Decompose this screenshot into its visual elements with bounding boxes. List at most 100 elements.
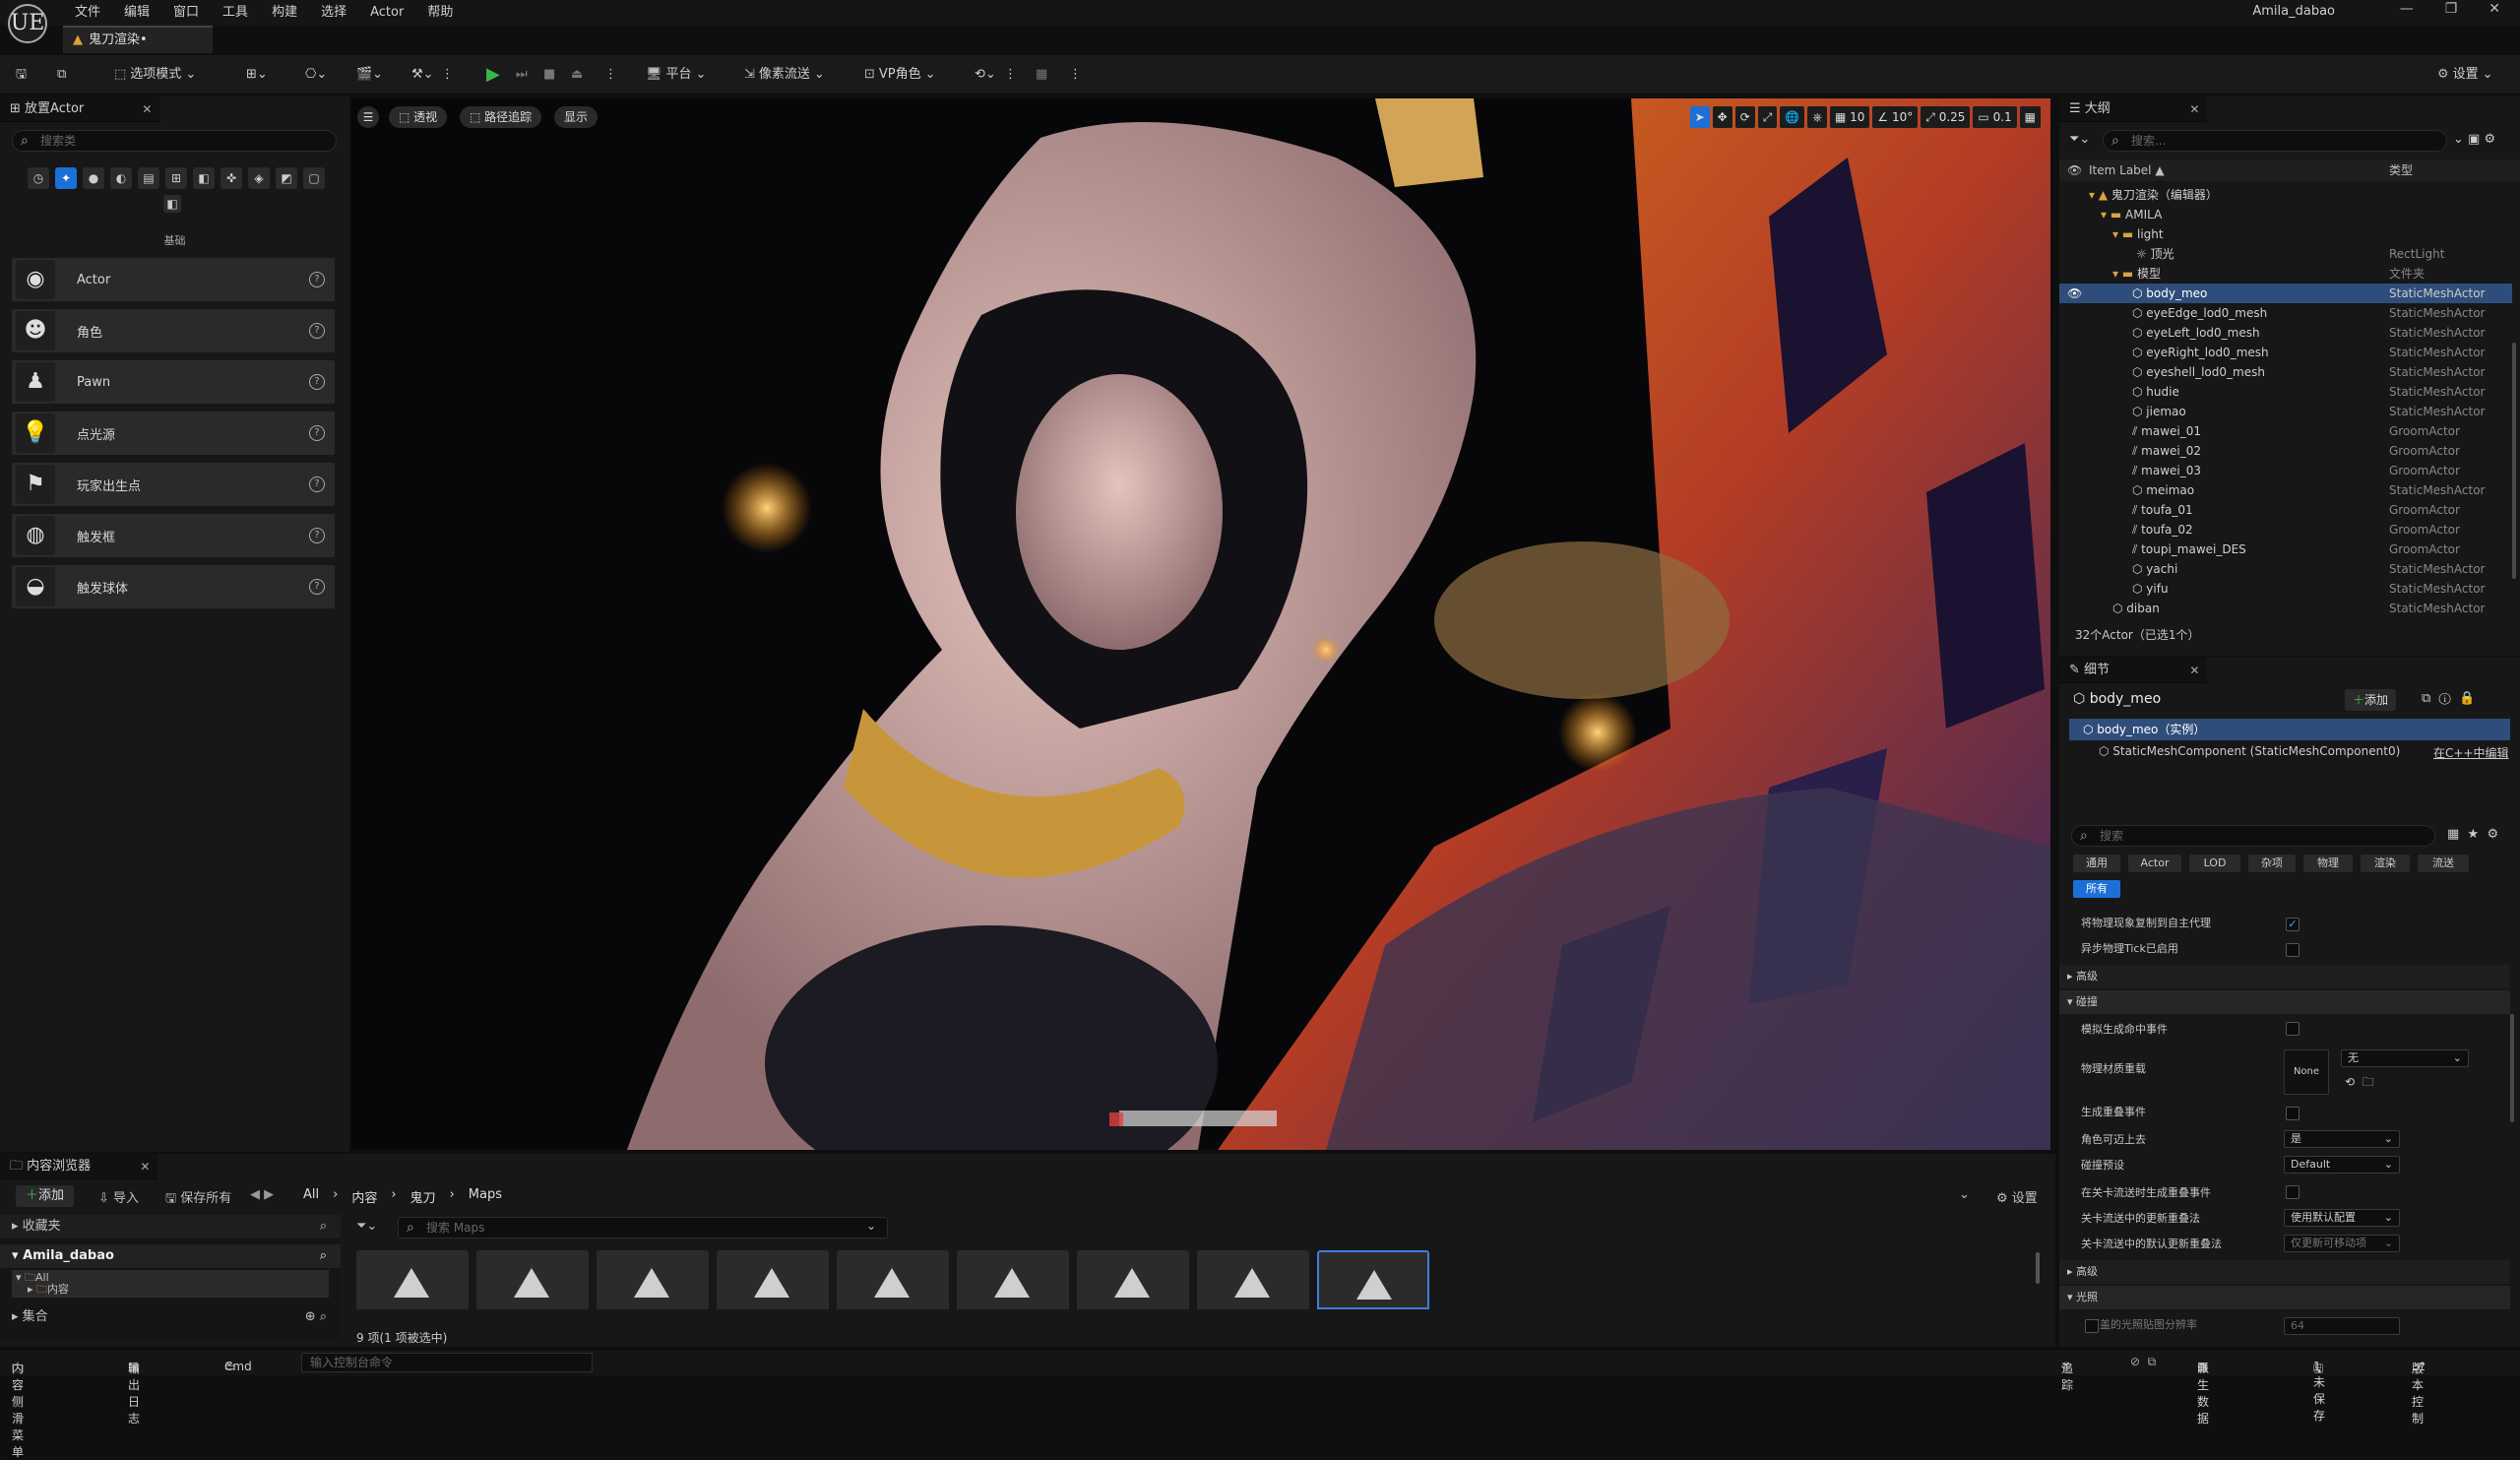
mode-button[interactable]: ⬚ 选项模式 ⌄ <box>114 63 196 87</box>
play-button[interactable]: ▶ <box>486 63 500 87</box>
details-search-input[interactable]: 搜索 <box>2071 825 2435 847</box>
step-button[interactable]: ⏭ <box>516 63 528 87</box>
unreal-logo[interactable]: UE <box>8 4 47 43</box>
actor-item-pawn[interactable]: ♟ Pawn? <box>12 360 335 404</box>
list-item[interactable]: ⫽ mawei_01 GroomActor <box>2059 421 2512 441</box>
checkbox[interactable] <box>2286 1185 2300 1199</box>
default-update-dropdown[interactable]: 仅更新可移动项 ⌄ <box>2284 1235 2400 1252</box>
close-icon[interactable]: ✕ <box>140 1154 158 1179</box>
list-item[interactable]: ⫽ mawei_03 GroomActor <box>2059 461 2512 480</box>
details-scrollbar[interactable] <box>2510 1014 2514 1122</box>
map-asset-thumbnail[interactable] <box>356 1250 469 1309</box>
details-tab[interactable]: ✎ 细节 ✕ <box>2059 658 2207 683</box>
actor-item-point-light[interactable]: 💡 点光源? <box>12 412 335 455</box>
step-up-dropdown[interactable]: 是 ⌄ <box>2284 1130 2400 1148</box>
eye-icon[interactable]: 👁 <box>2067 284 2082 303</box>
label-column-header[interactable]: Item Label ▲ <box>2089 159 2165 181</box>
favorites-section[interactable]: ▸ 收藏夹 ⌕ <box>0 1215 341 1238</box>
list-item[interactable]: ⫽ toupi_mawei_DES GroomActor <box>2059 540 2512 559</box>
add-actor-button[interactable]: ⊞⌄ <box>246 63 268 87</box>
tab-actor[interactable]: Actor <box>2128 855 2181 872</box>
history-dropdown-icon[interactable]: ⌄ <box>1959 1187 1970 1202</box>
actor-item-trigger-box[interactable]: ◍ 触发框? <box>12 514 335 557</box>
settings-button[interactable]: ⚙ 设置 ⌄ <box>2437 63 2493 87</box>
add-folder-icon[interactable]: ⌄ ▣ ⚙ <box>2453 132 2495 147</box>
map-asset-thumbnail[interactable] <box>717 1250 829 1309</box>
checkbox[interactable] <box>2286 1022 2300 1036</box>
path-tracing-button[interactable]: ⬚ 路径追踪 <box>460 106 542 128</box>
menu-help[interactable]: 帮助 <box>417 2 463 24</box>
maximize-icon[interactable]: ❐ <box>2445 1 2458 17</box>
tab-lod[interactable]: LOD <box>2189 855 2240 872</box>
world-icon[interactable]: 🌐 <box>1780 106 1805 128</box>
breadcrumb-item[interactable]: 鬼刀 <box>410 1187 436 1206</box>
list-item[interactable]: ⬡ eyeRight_lod0_mesh StaticMeshActor <box>2059 343 2512 362</box>
surface-snap-icon[interactable]: ⎈ <box>1807 106 1827 128</box>
layout-icon[interactable]: ▦ <box>2019 106 2041 128</box>
eye-icon[interactable]: 👁 <box>2067 159 2082 181</box>
list-item[interactable]: ▾ ▬ 模型 文件夹 <box>2059 264 2512 284</box>
basic-icon[interactable]: ✦ <box>55 167 77 189</box>
cb-scrollbar[interactable] <box>2036 1252 2040 1284</box>
rotate-tool-icon[interactable]: ⟳ <box>1734 106 1755 128</box>
light-icon[interactable]: ● <box>83 167 104 189</box>
menu-edit[interactable]: 编辑 <box>114 2 159 24</box>
list-item[interactable]: ⬡ eyeEdge_lod0_mesh StaticMeshActor <box>2059 303 2512 323</box>
cmd-button[interactable]: ▭ Cmd ⌄ <box>224 1355 252 1373</box>
tab-all[interactable]: 所有 <box>2073 880 2120 898</box>
list-item[interactable]: 👁 ⬡ body_meo StaticMeshActor <box>2059 284 2512 303</box>
filter-icon[interactable]: ⏷⌄ <box>2069 132 2090 147</box>
grid-snap-button[interactable]: ▦ 10 <box>1829 106 1870 128</box>
add-collection-icon[interactable]: ⊕ ⌕ <box>305 1305 327 1329</box>
browse-icon[interactable]: ⧉ <box>57 63 66 87</box>
menu-build[interactable]: 构建 <box>262 2 307 24</box>
outliner-search-input[interactable]: 搜索... <box>2103 130 2447 152</box>
console-input[interactable]: 输入控制台命令 <box>301 1353 593 1372</box>
level-viewport[interactable]: ☰ ⬚ 透视 ⬚ 路径追踪 显示 ➤ ✥ ⟳ ⤢ 🌐 ⎈ ▦ 10 ∠ 10° … <box>351 98 2050 1150</box>
scale-tool-icon[interactable]: ⤢ <box>1757 106 1778 128</box>
cinematic-icon[interactable]: ▤ <box>138 167 159 189</box>
tab-general[interactable]: 通用 <box>2073 855 2120 872</box>
close-icon[interactable]: ✕ <box>2189 658 2207 683</box>
extra-category-icon[interactable]: ◧ <box>163 195 181 213</box>
derived-data-button[interactable]: ▦ 派生数据 ⌄ <box>2197 1355 2209 1426</box>
breadcrumb-item[interactable]: All <box>303 1187 319 1206</box>
all-classes-icon[interactable]: ✜ <box>220 167 242 189</box>
vp-role-button[interactable]: ⊡ VP角色 ⌄ <box>864 63 936 87</box>
checkbox[interactable] <box>2286 943 2300 957</box>
more-icon[interactable]: ⋮ <box>1004 63 1017 87</box>
breadcrumb-item[interactable]: Maps <box>469 1187 502 1206</box>
list-item[interactable]: ⬡ diban StaticMeshActor <box>2059 599 2512 618</box>
perspective-button[interactable]: ⬚ 透视 <box>389 106 448 128</box>
list-item[interactable]: ⬡ eyeLeft_lod0_mesh StaticMeshActor <box>2059 323 2512 343</box>
import-button[interactable]: ⇩ 导入 <box>98 1187 139 1206</box>
more-icon[interactable]: ⋮ <box>441 63 454 87</box>
select-tool-icon[interactable]: ➤ <box>1689 106 1710 128</box>
tab-physics[interactable]: 物理 <box>2303 855 2353 872</box>
checkbox[interactable] <box>2286 1107 2300 1120</box>
help-icon[interactable]: ? <box>309 476 325 492</box>
search-icon[interactable]: ⌕ <box>320 1215 327 1238</box>
material-dropdown[interactable]: 无 ⌄ <box>2341 1049 2469 1067</box>
material-action-icons[interactable]: ⟲ 🗀 <box>2345 1073 2374 1094</box>
cb-settings-button[interactable]: ⚙ 设置 <box>1996 1187 2038 1206</box>
list-item[interactable]: ⫽ mawei_02 GroomActor <box>2059 441 2512 461</box>
tab-misc[interactable]: 杂项 <box>2248 855 2296 872</box>
user-section[interactable]: ▾ Amila_dabao ⌕ <box>0 1244 341 1268</box>
save-all-button[interactable]: 🖫 保存所有 <box>165 1187 231 1211</box>
menu-select[interactable]: 选择 <box>311 2 356 24</box>
list-item[interactable]: ⬡ jiemao StaticMeshActor <box>2059 402 2512 421</box>
list-item[interactable]: ▾ ▬ light <box>2059 224 2512 244</box>
menu-actor[interactable]: Actor <box>360 2 413 24</box>
list-item[interactable]: ⬡ hudie StaticMeshActor <box>2059 382 2512 402</box>
geometry-icon[interactable]: ◈ <box>248 167 270 189</box>
scale-snap-button[interactable]: ⤢ 0.25 <box>1921 106 1971 128</box>
volume-icon[interactable]: ◧ <box>193 167 215 189</box>
recent-icon[interactable]: ◷ <box>28 167 49 189</box>
list-item[interactable]: ▾ ▲ 鬼刀渲染（编辑器） <box>2059 185 2512 205</box>
list-item[interactable]: ⬡ yachi StaticMeshActor <box>2059 559 2512 579</box>
actor-item-character[interactable]: ☻ 角色? <box>12 309 335 352</box>
add-component-button[interactable]: ＋添加 <box>2345 689 2397 711</box>
map-asset-thumbnail[interactable] <box>476 1250 589 1309</box>
sequencer-button[interactable]: ⟲⌄ <box>975 63 996 87</box>
